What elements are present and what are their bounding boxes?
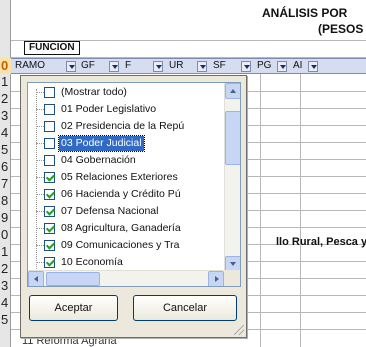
scroll-left-arrow-icon[interactable] [28,271,44,286]
filter-list-item[interactable]: 10 Economía [28,254,224,271]
header-ramo[interactable]: RAMO [13,59,63,74]
filter-list-item[interactable]: 08 Agricultura, Ganadería [28,220,224,237]
filter-list-item[interactable]: 05 Relaciones Exteriores [28,169,224,186]
header-ur[interactable]: UR [167,59,197,74]
checkbox-checked-icon[interactable] [44,240,55,251]
row-number[interactable]: 9 [0,210,11,226]
row-number[interactable]: 1 [0,74,11,90]
checkbox-unchecked-icon[interactable] [44,121,55,132]
filter-item-label: (Mostrar todo) [61,86,127,98]
checkbox-checked-icon[interactable] [44,223,55,234]
accept-button[interactable]: Aceptar [29,295,118,321]
row-number[interactable]: 5 [0,142,11,158]
row-number[interactable]: 0 [0,58,11,74]
tree-branch-line [36,211,44,212]
checkbox-checked-icon[interactable] [44,206,55,217]
filter-item-label: 08 Agricultura, Ganadería [61,222,181,234]
row-number[interactable]: 4 [0,125,11,141]
funcion-label[interactable]: FUNCION [24,41,80,55]
tree-branch-line [36,143,44,144]
filter-item-label: 06 Hacienda y Crédito Pú [61,188,181,200]
horizontal-scrollbar[interactable] [28,270,224,286]
filter-list-item[interactable]: 03 Poder Judicial [28,135,224,152]
row-number[interactable]: 5 [0,312,11,328]
checkbox-unchecked-icon[interactable] [44,155,55,166]
report-title: ANÁLISIS POR [262,6,348,20]
scroll-up-arrow-icon[interactable] [225,83,240,99]
cell-function-text[interactable]: llo Rural, Pesca y [276,236,366,248]
scroll-right-arrow-icon[interactable] [208,271,224,286]
tree-branch-line [36,194,44,195]
filter-list-item[interactable]: (Mostrar todo) [28,84,224,101]
filter-list-item[interactable]: 01 Poder Legislativo [28,101,224,118]
tree-branch-line [36,92,44,93]
pg-filter-dropdown-icon[interactable] [277,61,287,72]
filter-list-item[interactable]: 09 Comunicaciones y Tra [28,237,224,254]
tree-branch-line [36,160,44,161]
ramo-filter-dropdown-icon[interactable] [66,61,76,72]
tree-branch-line [36,177,44,178]
tree-branch-line [36,109,44,110]
header-sf[interactable]: SF [211,59,241,74]
resize-grip-icon[interactable] [234,325,244,335]
filter-item-label: 09 Comunicaciones y Tra [61,239,180,251]
cancel-button[interactable]: Cancelar [133,295,237,321]
filter-items-container: (Mostrar todo) 01 Poder Legislativo 02 Pre… [28,83,224,272]
report-subtitle: (PESOS [318,22,364,36]
filter-item-label: 05 Relaciones Exteriores [61,171,178,183]
scrollbar-corner [224,270,240,286]
row-number[interactable]: 0 [0,227,11,243]
tree-branch-line [36,126,44,127]
header-f[interactable]: F [123,59,153,74]
checkbox-unchecked-icon[interactable] [44,138,55,149]
filter-item-label: 04 Gobernación [61,154,136,166]
checkbox-unchecked-icon[interactable] [44,87,55,98]
ur-filter-dropdown-icon[interactable] [197,61,207,72]
row-number[interactable]: 6 [0,159,11,175]
vertical-scroll-thumb[interactable] [225,111,240,165]
row-number[interactable]: 7 [0,176,11,192]
checkbox-unchecked-icon[interactable] [44,104,55,115]
row-number[interactable]: 2 [0,91,11,107]
filter-item-label: 02 Presidencia de la Repú [61,120,185,132]
gf-filter-dropdown-icon[interactable] [109,61,119,72]
f-filter-dropdown-icon[interactable] [153,61,163,72]
ai-filter-dropdown-icon[interactable] [308,61,318,72]
row-number[interactable]: 4 [0,295,11,311]
autofilter-dropdown-panel: (Mostrar todo) 01 Poder Legislativo 02 Pre… [20,75,247,338]
checkbox-checked-icon[interactable] [44,257,55,268]
tree-branch-line [36,228,44,229]
autofilter-header-row: RAMO GF F UR SF PG AI [11,58,366,74]
row-number[interactable]: 3 [0,278,11,294]
tree-branch-line [36,262,44,263]
filter-value-list[interactable]: (Mostrar todo) 01 Poder Legislativo 02 Pre… [27,82,241,287]
filter-list-item[interactable]: 07 Defensa Nacional [28,203,224,220]
tree-branch-line [36,245,44,246]
horizontal-scroll-thumb[interactable] [46,272,100,286]
row-number[interactable]: 2 [0,261,11,277]
filter-item-label: 01 Poder Legislativo [61,103,157,115]
filter-item-label: 10 Economía [61,256,123,268]
vertical-scrollbar[interactable] [224,83,240,272]
checkbox-checked-icon[interactable] [44,172,55,183]
filter-item-label: 03 Poder Judicial [58,135,145,152]
filter-list-item[interactable]: 06 Hacienda y Crédito Pú [28,186,224,203]
row-number[interactable]: 8 [0,193,11,209]
row-number[interactable]: 1 [0,244,11,260]
filter-item-label: 07 Defensa Nacional [61,205,159,217]
sf-filter-dropdown-icon[interactable] [241,61,251,72]
row-number[interactable]: 3 [0,108,11,124]
filter-list-item[interactable]: 04 Gobernación [28,152,224,169]
excel-window: 0123456789012345 ANÁLISIS POR (PESOS FUN… [0,0,366,347]
filter-list-item[interactable]: 02 Presidencia de la Repú [28,118,224,135]
checkbox-checked-icon[interactable] [44,189,55,200]
header-gf[interactable]: GF [79,59,109,74]
